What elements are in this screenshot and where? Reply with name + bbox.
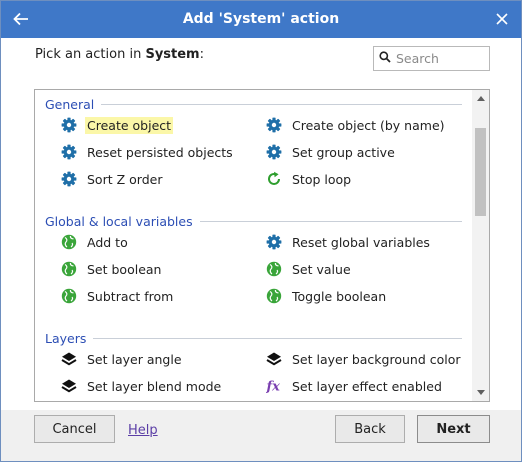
action-item-label: Subtract from	[87, 288, 174, 304]
close-icon[interactable]	[492, 9, 512, 29]
scrollbar-thumb[interactable]	[475, 128, 486, 216]
title-bar: Add 'System' action	[1, 1, 521, 38]
group-header: Layers	[45, 330, 462, 346]
layers-icon	[60, 350, 78, 368]
add-action-dialog: Add 'System' action Pick an action in Sy…	[0, 0, 522, 462]
gear-icon	[265, 233, 283, 251]
scroll-down-icon[interactable]	[472, 384, 489, 401]
action-item-label: Create object (by name)	[292, 117, 445, 133]
dialog-body: Pick an action in System: General Create …	[1, 38, 521, 410]
action-item-label: Set value	[292, 261, 351, 277]
action-item[interactable]: Subtract from	[60, 286, 175, 306]
action-item[interactable]: Create object	[60, 115, 174, 135]
action-item-label: Toggle boolean	[292, 288, 387, 304]
action-item[interactable]: Set value	[265, 259, 353, 279]
globe-icon	[60, 260, 78, 278]
action-item[interactable]: fx Set layer effect enabled	[265, 376, 444, 396]
action-item-label: Sort Z order	[87, 171, 163, 187]
action-item[interactable]: Create object (by name)	[265, 115, 447, 135]
globe-icon	[265, 287, 283, 305]
action-item[interactable]: Stop loop	[265, 169, 353, 189]
dialog-title: Add 'System' action	[182, 11, 340, 27]
group-header-label: Global & local variables	[45, 213, 193, 229]
prompt-text: Pick an action in System:	[35, 47, 204, 62]
action-list: General Create object Create object (by na…	[34, 89, 490, 402]
gear-icon	[265, 143, 283, 161]
search-icon	[379, 51, 391, 66]
action-item-label: Set layer effect enabled	[292, 378, 442, 394]
globe-icon	[265, 260, 283, 278]
group-divider	[93, 337, 462, 339]
layers-icon	[60, 377, 78, 395]
group-header: General	[45, 96, 462, 112]
scroll-up-icon[interactable]	[472, 90, 489, 107]
action-item-label: Create object	[85, 116, 174, 134]
globe-icon	[60, 287, 78, 305]
action-item[interactable]: Set layer background color	[265, 349, 463, 369]
action-item[interactable]: Reset global variables	[265, 232, 432, 252]
action-item-label: Set layer background color	[292, 351, 461, 367]
loop-icon	[265, 170, 283, 188]
back-button[interactable]: Back	[335, 415, 405, 443]
group-divider	[199, 220, 462, 222]
next-button[interactable]: Next	[417, 415, 490, 443]
action-item-label: Stop loop	[292, 171, 352, 187]
search-box[interactable]	[373, 46, 490, 71]
action-item[interactable]: Reset persisted objects	[60, 142, 235, 162]
action-item-label: Set boolean	[87, 261, 162, 277]
search-input[interactable]	[396, 51, 486, 66]
action-item[interactable]: Set layer blend mode	[60, 376, 223, 396]
action-list-content: General Create object Create object (by na…	[35, 90, 472, 401]
layers-icon	[265, 350, 283, 368]
gear-icon	[60, 170, 78, 188]
action-item[interactable]: Set group active	[265, 142, 397, 162]
vertical-scrollbar[interactable]	[472, 90, 489, 401]
action-item[interactable]: Set boolean	[60, 259, 163, 279]
action-item-label: Reset global variables	[292, 234, 430, 250]
action-item-label: Set layer angle	[87, 351, 182, 367]
group-header-label: Layers	[45, 330, 87, 346]
function-icon: fx	[265, 377, 283, 395]
action-item[interactable]: Sort Z order	[60, 169, 164, 189]
action-item-label: Set layer blend mode	[87, 378, 222, 394]
group-header-label: General	[45, 96, 95, 112]
help-link[interactable]: Help	[128, 423, 158, 438]
group-divider	[101, 103, 462, 105]
globe-icon	[60, 233, 78, 251]
action-item-label: Set group active	[292, 144, 395, 160]
action-item[interactable]: Add to	[60, 232, 130, 252]
cancel-button[interactable]: Cancel	[34, 415, 115, 443]
svg-text:fx: fx	[266, 380, 280, 395]
gear-icon	[60, 143, 78, 161]
gear-icon	[60, 116, 78, 134]
gear-icon	[265, 116, 283, 134]
action-item[interactable]: Set layer angle	[60, 349, 184, 369]
action-item-label: Add to	[87, 234, 128, 250]
group-header: Global & local variables	[45, 213, 462, 229]
action-item[interactable]: Toggle boolean	[265, 286, 388, 306]
dialog-footer: Cancel Help Back Next	[1, 410, 521, 461]
object-name: System	[145, 47, 200, 62]
action-item-label: Reset persisted objects	[87, 144, 233, 160]
